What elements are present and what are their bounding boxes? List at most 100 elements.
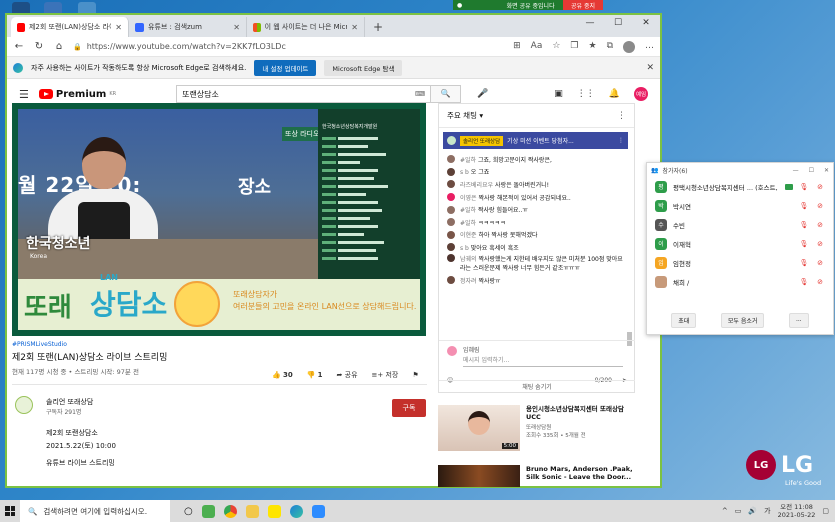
apps-icon[interactable]: ⊞ xyxy=(513,41,521,53)
volume-icon[interactable]: 🔊 xyxy=(748,507,757,515)
chat-header: 주요 채팅 ▾ ⋮ xyxy=(439,104,634,128)
participant-row[interactable]: 임 임현정 🎙 ⊘ xyxy=(647,253,833,272)
camera-off-icon[interactable]: ⊘ xyxy=(815,202,825,210)
tab-microsoft[interactable]: 이 웹 사이트는 더 나은 Microsof ✕ xyxy=(247,17,365,37)
favorites-icon[interactable]: ★ xyxy=(588,41,596,53)
youtube-logo[interactable]: Premium KR xyxy=(38,89,116,100)
edge-browse-button[interactable]: Microsoft Edge 탐색 xyxy=(324,59,403,76)
zoom-icon[interactable] xyxy=(311,504,325,518)
camera-off-icon[interactable]: ⊘ xyxy=(815,259,825,267)
collections-icon[interactable]: ⧉ xyxy=(607,41,613,53)
camera-off-icon[interactable]: ⊘ xyxy=(815,240,825,248)
popout-icon[interactable]: ☐ xyxy=(809,167,814,174)
pinned-more-icon[interactable]: ⋮ xyxy=(618,137,624,144)
chrome-icon[interactable] xyxy=(223,504,237,518)
pinned-message[interactable]: 솔리언 또래상담 기상 미션 이벤트 당첨자... ⋮ xyxy=(443,132,628,149)
dislike-button[interactable]: 👎 1 xyxy=(307,371,323,379)
user-avatar[interactable]: 예임 xyxy=(634,87,648,101)
camera-on-icon[interactable] xyxy=(785,183,793,190)
channel-avatar[interactable] xyxy=(15,396,33,414)
minimize-icon[interactable]: — xyxy=(576,15,604,31)
like-button[interactable]: 👍 30 xyxy=(272,371,293,379)
mic-muted-icon[interactable]: 🎙 xyxy=(799,240,809,248)
kakaotalk-icon[interactable] xyxy=(267,504,281,518)
participant-row[interactable]: 수 수빈 🎙 ⊘ xyxy=(647,215,833,234)
stop-share-button[interactable]: 공유 중지 xyxy=(563,0,603,10)
close-infobar-icon[interactable]: ✕ xyxy=(646,63,654,73)
pinned-text: 기상 미션 이벤트 당첨자... xyxy=(507,138,574,145)
minimize-icon[interactable]: — xyxy=(793,167,799,174)
new-tab-button[interactable]: + xyxy=(365,17,391,37)
home-icon[interactable]: ⌂ xyxy=(53,41,65,52)
subscribe-button[interactable]: 구독 xyxy=(392,399,426,417)
file-explorer-icon[interactable] xyxy=(245,504,259,518)
search-input[interactable]: 또랜상담소 xyxy=(177,89,410,100)
camera-off-icon[interactable]: ⊘ xyxy=(815,278,825,286)
reading-icon[interactable]: Aa xyxy=(531,41,543,53)
chevron-up-icon[interactable]: ^ xyxy=(722,507,728,515)
ime-indicator[interactable]: 가 xyxy=(764,506,770,516)
task-view-icon[interactable]: ○ xyxy=(184,506,193,517)
mic-muted-icon[interactable]: 🎙 xyxy=(799,221,809,229)
favorite-star-icon[interactable]: ☆ xyxy=(552,41,560,53)
chat-scrollbar[interactable] xyxy=(627,148,632,346)
mic-icon[interactable]: 🎤 xyxy=(477,89,488,99)
start-button[interactable] xyxy=(0,500,20,522)
mic-muted-icon[interactable]: 🎙 xyxy=(799,278,809,286)
camera-off-icon[interactable]: ⊘ xyxy=(815,221,825,229)
share-button[interactable]: ➦ 공유 xyxy=(337,370,358,380)
recommended-video[interactable]: Bruno Mars, Anderson .Paak, Silk Sonic -… xyxy=(438,465,635,487)
mute-all-button[interactable]: 모두 음소거 xyxy=(720,313,765,328)
channel-name[interactable]: 솔리언 또래상담 xyxy=(46,397,93,407)
collections-icon[interactable]: ❐ xyxy=(570,41,578,53)
update-settings-button[interactable]: 내 설정 업데이트 xyxy=(254,59,317,76)
network-icon[interactable]: ▭ xyxy=(735,507,742,515)
notification-icon[interactable]: ▢ xyxy=(822,507,829,515)
apps-grid-icon[interactable]: ⋮⋮ xyxy=(577,89,595,99)
taskbar-search[interactable]: 🔍 검색하려면 여기에 입력하십시오. xyxy=(20,500,170,522)
mic-muted-icon[interactable]: 🎙 xyxy=(799,259,809,267)
participant-row[interactable]: 평 평택시청소년상담복지센터 ... (호스트, 나) 🎙 ⊘ xyxy=(647,177,833,196)
chat-avatar xyxy=(447,155,455,164)
menu-icon[interactable]: ☰ xyxy=(19,88,29,101)
maximize-icon[interactable]: ☐ xyxy=(604,15,632,31)
profile-avatar[interactable] xyxy=(623,40,635,53)
video-player[interactable]: 월 22일 10: 장소 한국청소년 Korea 또상 라디오 한국청소년상담복… xyxy=(12,103,426,336)
mic-muted-icon[interactable]: 🎙 xyxy=(799,202,809,210)
keyboard-icon[interactable]: ⌨ xyxy=(410,90,430,98)
close-tab-icon[interactable]: ✕ xyxy=(233,23,240,32)
close-tab-icon[interactable]: ✕ xyxy=(115,23,122,32)
back-icon[interactable]: ← xyxy=(13,41,25,52)
chat-mode-dropdown[interactable]: 주요 채팅 ▾ xyxy=(447,110,483,121)
report-flag-icon[interactable]: ⚑ xyxy=(412,371,418,379)
video-hashtag[interactable]: #PRISMLiveStudio xyxy=(12,341,67,348)
clock[interactable]: 오전 11:08 2021-05-22 xyxy=(778,503,816,519)
participant-row[interactable]: 박 박시연 🎙 ⊘ xyxy=(647,196,833,215)
chat-more-icon[interactable]: ⋮ xyxy=(617,111,626,121)
close-tab-icon[interactable]: ✕ xyxy=(351,23,358,32)
hide-chat-button[interactable]: 채팅 숨기기 xyxy=(439,380,635,394)
close-window-icon[interactable]: ✕ xyxy=(632,15,660,31)
camera-off-icon[interactable]: ⊘ xyxy=(815,183,825,191)
notifications-bell-icon[interactable]: 🔔 xyxy=(609,89,620,99)
chat-message-input[interactable]: 메시지 입력하기... xyxy=(463,355,623,367)
mic-muted-icon[interactable]: 🎙 xyxy=(799,183,809,191)
tab-youtube[interactable]: 제2회 또랜(LAN)상담소 라이브 ✕ xyxy=(11,17,129,37)
refresh-icon[interactable]: ↻ xyxy=(33,41,45,52)
search-button[interactable]: 🔍 xyxy=(430,86,461,102)
app-icon[interactable] xyxy=(201,504,215,518)
close-icon[interactable]: ✕ xyxy=(824,167,829,174)
more-button[interactable]: ... xyxy=(788,313,809,328)
save-button[interactable]: ≡+ 저장 xyxy=(372,370,399,380)
edge-icon[interactable] xyxy=(289,504,303,518)
chat-text: 짝사랑했는게 지한테 배우지도 않은 미처분 100점 맞아요라는 스러운문제 … xyxy=(460,255,623,272)
url-field[interactable]: 🔒 https://www.youtube.com/watch?v=2KK7fL… xyxy=(73,42,505,51)
tab-zum[interactable]: 유튜브 : 검색zum ✕ xyxy=(129,17,247,37)
participant-avatar: 박 xyxy=(655,199,667,212)
recommended-video[interactable]: 5:00 용인시청소년상담복지센터 또래상담 UCC 또래상담원 조회수 335… xyxy=(438,405,635,455)
participant-row[interactable]: 이 이재혁 🎙 ⊘ xyxy=(647,234,833,253)
participant-row[interactable]: 채희 / 🎙 ⊘ xyxy=(647,272,833,291)
create-video-icon[interactable]: ▣ xyxy=(554,89,563,99)
invite-button[interactable]: 초대 xyxy=(671,313,697,328)
more-icon[interactable]: … xyxy=(645,41,654,53)
